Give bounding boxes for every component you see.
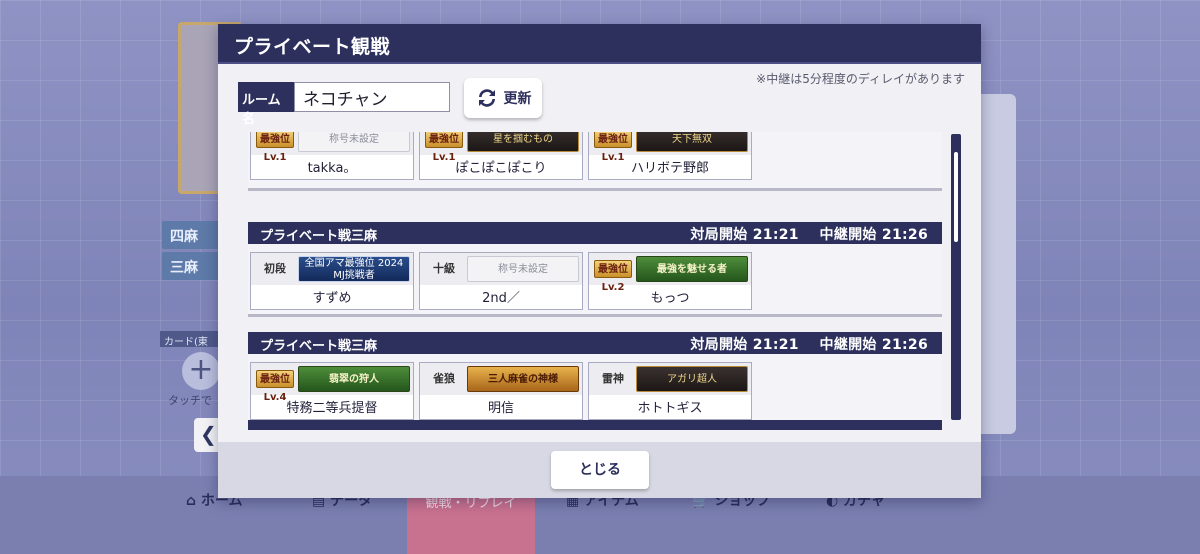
player-name: すずめ: [312, 291, 352, 306]
background-right-panel: [980, 94, 1016, 434]
player-name: ぽこぽこぽこり: [455, 161, 547, 176]
player-badges: 最強位Lv.1 星を掴むもの: [420, 132, 582, 163]
scrollbar-thumb[interactable]: [954, 152, 958, 242]
start-label: 対局開始: [690, 227, 748, 243]
match-times: 対局開始 21:21 中継開始 21:26: [690, 334, 928, 354]
match-list[interactable]: 最強位Lv.1 称号未設定 takka。 最強位Lv.1 星を掴むもの ぽこぽこ…: [238, 132, 962, 430]
match-header: プライベート戦三麻 対局開始 21:21 中継開始 21:26: [248, 332, 942, 354]
relay-time: 21:26: [881, 227, 928, 243]
dialog-header: プライベート観戦: [218, 24, 981, 64]
player-name: ハリボテ野郎: [630, 161, 709, 176]
match-players: 最強位Lv.1 称号未設定 takka。 最強位Lv.1 星を掴むもの ぽこぽこ…: [248, 132, 942, 188]
refresh-button[interactable]: 更新: [464, 78, 542, 118]
title-plate: 翡翠の狩人: [298, 366, 410, 392]
background-touch-hint: タッチで: [168, 394, 212, 407]
background-add-icon: +: [182, 352, 220, 390]
refresh-icon: [478, 89, 495, 107]
match-card[interactable]: プライベート戦三麻 対局開始 21:21 中継開始 21:26 初段 全国アマ最…: [248, 222, 942, 317]
player-name: 明信: [487, 401, 514, 416]
player-card[interactable]: 最強位Lv.1 称号未設定 takka。: [250, 132, 414, 180]
player-badges: 初段 全国アマ最強位 2024 MJ挑戦者: [251, 253, 413, 285]
start-time: 21:21: [752, 337, 799, 353]
player-card[interactable]: 最強位Lv.2 最強を魅せる者 もっつ: [588, 252, 752, 310]
room-name-input[interactable]: [294, 82, 450, 112]
rank-badge: 十級: [433, 262, 455, 275]
player-badges: 最強位Lv.2 最強を魅せる者: [589, 253, 751, 293]
match-header: プライベート戦三麻 対局開始 21:21 中継開始 21:26: [248, 222, 942, 244]
relay-label: 中継開始: [819, 337, 877, 353]
delay-note: ※中継は5分程度のディレイがあります: [756, 72, 965, 86]
dialog-title: プライベート観戦: [234, 36, 391, 58]
match-card[interactable]: 最強位Lv.1 称号未設定 takka。 最強位Lv.1 星を掴むもの ぽこぽこ…: [248, 132, 942, 191]
list-scrollbar[interactable]: [951, 134, 961, 420]
rank-badge: 初段: [264, 262, 286, 275]
player-badges: 雀狼 三人麻雀の神様: [420, 363, 582, 395]
relay-time: 21:26: [881, 337, 928, 353]
player-card[interactable]: 初段 全国アマ最強位 2024 MJ挑戦者 すずめ: [250, 252, 414, 310]
match-card[interactable]: プライベート戦三麻 対局開始 21:21 中継開始 21:26 最強位Lv.4 …: [248, 332, 942, 427]
match-times: 対局開始 21:21 中継開始 21:26: [690, 224, 928, 244]
title-plate: 三人麻雀の神様: [467, 366, 579, 392]
title-plate: 称号未設定: [467, 256, 579, 282]
private-watch-dialog: プライベート観戦 ※中継は5分程度のディレイがあります ルーム名 更新 最強位L…: [218, 24, 981, 498]
player-name: 2nd／: [482, 291, 520, 306]
start-time: 21:21: [752, 227, 799, 243]
rank-badge: 最強位Lv.4: [256, 370, 294, 403]
start-label: 対局開始: [690, 337, 748, 353]
title-plate: 最強を魅せる者: [636, 256, 748, 282]
player-badges: 雷神 アガリ超人: [589, 363, 751, 395]
rank-badge: 雀狼: [433, 372, 455, 385]
match-name: プライベート戦三麻: [260, 339, 378, 354]
rank-badge: 最強位Lv.1: [256, 132, 294, 163]
player-badges: 最強位Lv.4 翡翠の狩人: [251, 363, 413, 403]
match-players: 最強位Lv.4 翡翠の狩人 特務二等兵提督 雀狼 三人麻雀の神様 明信 雷神 ア: [248, 354, 942, 424]
close-button[interactable]: とじる: [551, 451, 649, 489]
player-badges: 最強位Lv.1 称号未設定: [251, 132, 413, 163]
dialog-footer: とじる: [218, 442, 981, 498]
player-card[interactable]: 最強位Lv.4 翡翠の狩人 特務二等兵提督: [250, 362, 414, 420]
player-card[interactable]: 雀狼 三人麻雀の神様 明信: [419, 362, 583, 420]
title-plate: 全国アマ最強位 2024 MJ挑戦者: [298, 256, 410, 282]
background-card-label: カード(東: [160, 331, 220, 348]
rank-badge: 最強位Lv.1: [594, 132, 632, 163]
player-name: もっつ: [650, 291, 690, 306]
player-name: takka。: [307, 161, 357, 176]
player-card[interactable]: 十級 称号未設定 2nd／: [419, 252, 583, 310]
title-plate: アガリ超人: [636, 366, 748, 392]
player-card[interactable]: 雷神 アガリ超人 ホトトギス: [588, 362, 752, 420]
player-name: ホトトギス: [637, 401, 703, 416]
rank-badge: 最強位Lv.1: [425, 132, 463, 163]
match-players: 初段 全国アマ最強位 2024 MJ挑戦者 すずめ 十級 称号未設定 2nd／ …: [248, 244, 942, 314]
relay-label: 中継開始: [819, 227, 877, 243]
player-name: 特務二等兵提督: [286, 401, 378, 416]
player-card[interactable]: 最強位Lv.1 星を掴むもの ぽこぽこぽこり: [419, 132, 583, 180]
player-card[interactable]: 最強位Lv.1 天下無双 ハリボテ野郎: [588, 132, 752, 180]
match-name: プライベート戦三麻: [260, 229, 378, 244]
match-header: [248, 420, 942, 430]
player-badges: 十級 称号未設定: [420, 253, 582, 285]
title-plate: 称号未設定: [298, 132, 410, 152]
room-name-label: ルーム名: [238, 82, 294, 127]
title-plate: 天下無双: [636, 132, 748, 152]
title-plate: 星を掴むもの: [467, 132, 579, 152]
refresh-label: 更新: [503, 91, 532, 107]
match-card-next: [248, 420, 942, 430]
player-badges: 最強位Lv.1 天下無双: [589, 132, 751, 163]
rank-badge: 最強位Lv.2: [594, 260, 632, 293]
rank-badge: 雷神: [602, 372, 624, 385]
